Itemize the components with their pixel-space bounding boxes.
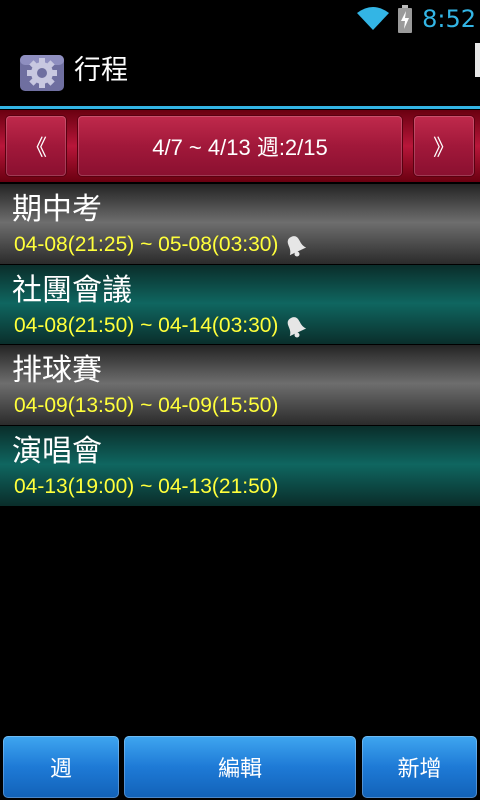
page-title: 行程	[74, 55, 128, 86]
action-bar: 行程	[0, 38, 480, 104]
event-title: 演唱會	[12, 434, 102, 469]
add-button[interactable]: 新增	[362, 736, 477, 798]
bottom-bar: 週 編輯 新增	[0, 732, 480, 800]
event-time-row: 04-13(19:00) ~ 04-13(21:50)	[14, 474, 278, 500]
bell-icon	[288, 236, 307, 257]
status-bar: 8:52	[0, 0, 480, 38]
week-button[interactable]: 週	[3, 736, 119, 798]
prev-week-button[interactable]: 《	[6, 116, 66, 176]
action-bar-divider	[0, 106, 480, 109]
week-range-button[interactable]: 4/7 ~ 4/13 週:2/15	[78, 116, 402, 176]
event-time-row: 04-09(13:50) ~ 04-09(15:50)	[14, 393, 278, 419]
next-week-button[interactable]: 》	[414, 116, 474, 176]
event-time-row: 04-08(21:50) ~ 04-14(03:30)	[14, 313, 308, 339]
event-item[interactable]: 排球賽 04-09(13:50) ~ 04-09(15:50)	[0, 345, 480, 425]
event-time-row: 04-08(21:25) ~ 05-08(03:30)	[14, 232, 308, 258]
wifi-icon	[357, 7, 389, 30]
event-title: 排球賽	[12, 353, 102, 388]
list-divider	[0, 506, 480, 508]
event-item[interactable]: 社團會議 04-08(21:50) ~ 04-14(03:30)	[0, 265, 480, 345]
event-title: 期中考	[12, 192, 102, 227]
bell-icon	[288, 317, 307, 338]
status-clock: 8:52	[422, 5, 476, 33]
event-time: 04-08(21:50) ~ 04-14(03:30)	[14, 314, 279, 337]
event-item[interactable]: 期中考 04-08(21:25) ~ 05-08(03:30)	[0, 184, 480, 264]
event-time: 04-13(19:00) ~ 04-13(21:50)	[14, 475, 279, 498]
event-time: 04-08(21:25) ~ 05-08(03:30)	[14, 233, 279, 256]
overflow-menu-edge[interactable]	[475, 43, 480, 77]
event-item[interactable]: 演唱會 04-13(19:00) ~ 04-13(21:50)	[0, 426, 480, 506]
settings-gear-icon	[20, 55, 64, 91]
week-navigation: 《 4/7 ~ 4/13 週:2/15 》	[0, 110, 480, 182]
event-time: 04-09(13:50) ~ 04-09(15:50)	[14, 394, 279, 417]
edit-button[interactable]: 編輯	[124, 736, 356, 798]
battery-charging-icon	[398, 5, 412, 33]
event-title: 社團會議	[12, 273, 132, 308]
